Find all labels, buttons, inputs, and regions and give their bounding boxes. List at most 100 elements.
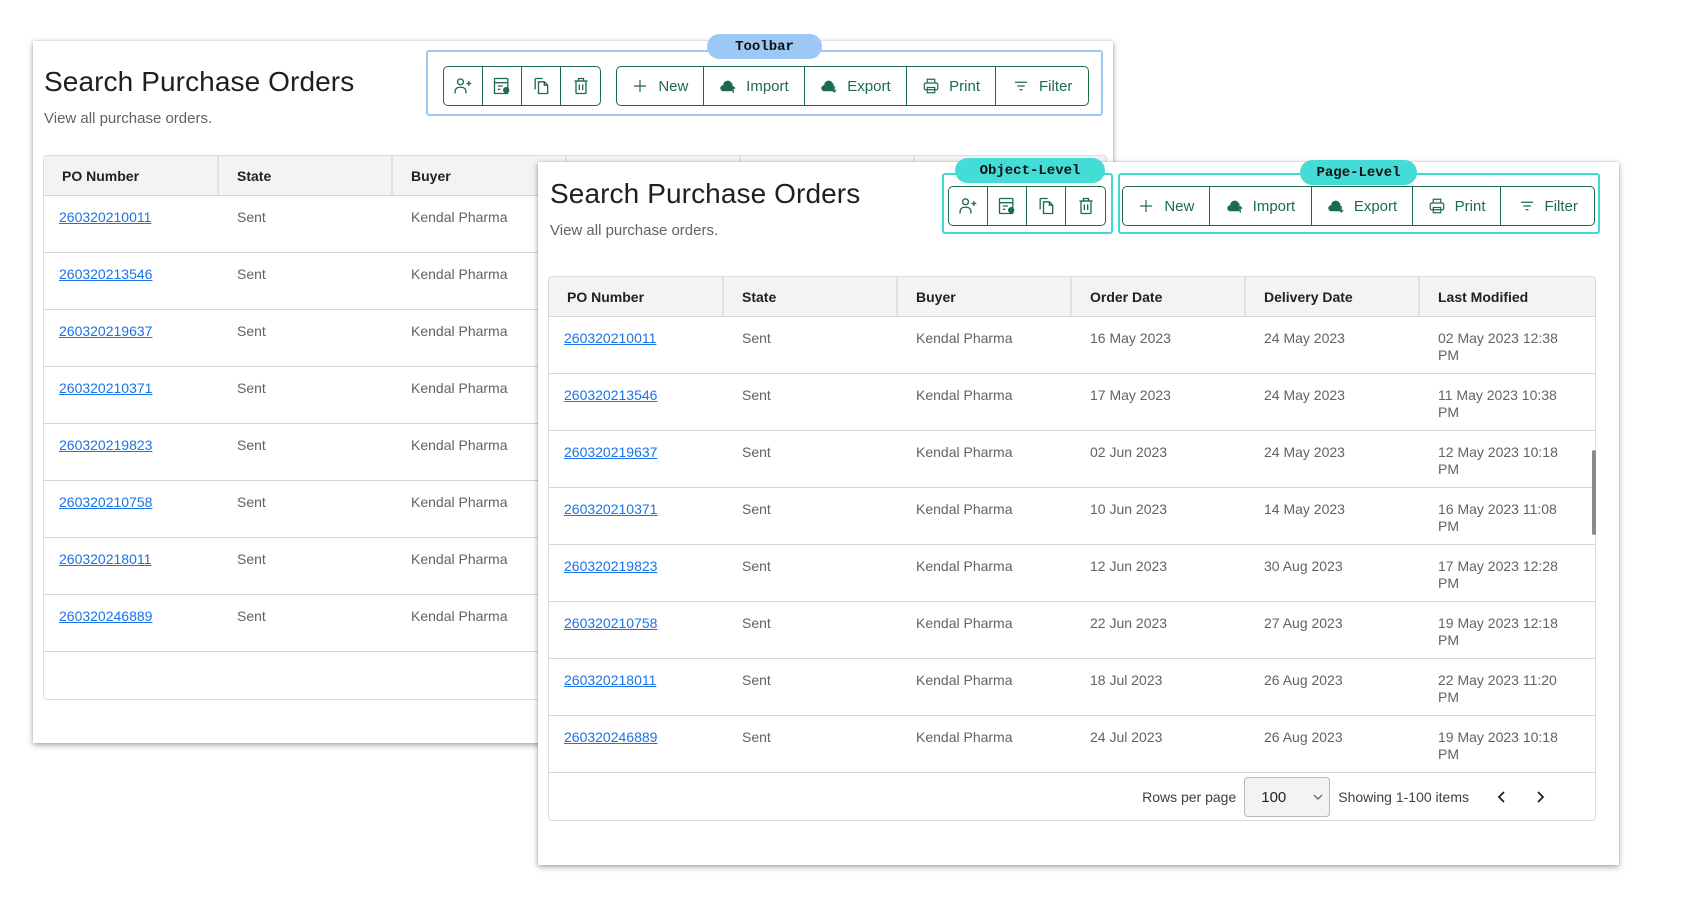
plus-icon <box>631 77 649 95</box>
view-details-button[interactable] <box>988 187 1027 225</box>
po-number-link[interactable]: 260320210758 <box>549 602 724 658</box>
import-button[interactable]: Import <box>704 67 806 105</box>
export-button[interactable]: Export <box>1312 187 1413 225</box>
column-header-po-number[interactable]: PO Number <box>549 277 724 316</box>
po-number-link[interactable]: 260320219637 <box>549 431 724 487</box>
trash-icon <box>1076 196 1096 216</box>
showing-items-text: Showing 1-100 items <box>1338 789 1469 805</box>
add-user-button[interactable] <box>444 67 483 105</box>
buyer-cell: Kendal Pharma <box>916 387 1013 403</box>
column-header-po-number[interactable]: PO Number <box>44 156 219 195</box>
add-user-button[interactable] <box>949 187 988 225</box>
export-button-label: Export <box>1353 197 1398 215</box>
print-button[interactable]: Print <box>1413 187 1502 225</box>
po-number-link[interactable]: 260320213546 <box>549 374 724 430</box>
rows-per-page-label: Rows per page <box>1142 789 1237 805</box>
purchase-orders-table: PO Number State Buyer Order Date Deliver… <box>548 276 1596 821</box>
delivery-date-cell: 24 May 2023 <box>1264 444 1345 460</box>
print-button[interactable]: Print <box>907 67 997 105</box>
po-number-link[interactable]: 260320210371 <box>549 488 724 544</box>
state-cell: Sent <box>237 323 266 339</box>
cloud-upload-icon <box>1226 197 1244 215</box>
import-button-label: Import <box>746 77 789 95</box>
po-number-link[interactable]: 260320246889 <box>549 716 724 772</box>
column-header-last-modified[interactable]: Last Modified <box>1420 277 1595 316</box>
filter-button-label: Filter <box>1544 197 1578 215</box>
po-number-link[interactable]: 260320210758 <box>44 481 219 537</box>
po-number-link[interactable]: 260320219823 <box>549 545 724 601</box>
filter-icon <box>1518 197 1536 215</box>
delivery-date-cell: 24 May 2023 <box>1264 387 1345 403</box>
print-button-label: Print <box>949 77 980 95</box>
rows-per-page-select[interactable]: 100 <box>1244 777 1331 817</box>
buyer-cell: Kendal Pharma <box>916 729 1013 745</box>
delivery-date-cell: 30 Aug 2023 <box>1264 558 1343 574</box>
delivery-date-cell: 26 Aug 2023 <box>1264 672 1343 688</box>
delete-button[interactable] <box>1066 187 1105 225</box>
next-page-button[interactable] <box>1521 782 1559 812</box>
toolbar-annotation-label: Toolbar <box>707 34 822 59</box>
order-date-cell: 18 Jul 2023 <box>1090 672 1163 688</box>
buyer-cell: Kendal Pharma <box>916 444 1013 460</box>
new-button[interactable]: New <box>617 67 704 105</box>
export-button-label: Export <box>847 77 891 95</box>
table-row[interactable]: 260320213546 Sent Kendal Pharma 17 May 2023… <box>549 374 1595 431</box>
form-view-icon <box>492 76 512 96</box>
po-number-link[interactable]: 260320219823 <box>44 424 219 480</box>
person-add-icon <box>958 196 978 216</box>
filter-icon <box>1012 77 1030 95</box>
copy-button[interactable] <box>522 67 561 105</box>
page-title: Search Purchase Orders <box>44 66 355 97</box>
table-row[interactable]: 260320210758 Sent Kendal Pharma 22 Jun 2023… <box>549 602 1595 659</box>
state-cell: Sent <box>237 380 266 396</box>
page-level-annotation-label: Page-Level <box>1300 160 1417 185</box>
table-scrollbar[interactable] <box>1592 450 1596 535</box>
column-header-state[interactable]: State <box>724 277 898 316</box>
column-header-delivery-date[interactable]: Delivery Date <box>1246 277 1420 316</box>
import-button[interactable]: Import <box>1210 187 1313 225</box>
view-details-button[interactable] <box>483 67 522 105</box>
po-number-link[interactable]: 260320210011 <box>44 196 219 252</box>
export-button[interactable]: Export <box>805 67 907 105</box>
table-row[interactable]: 260320246889 Sent Kendal Pharma 24 Jul 2023… <box>549 716 1595 773</box>
state-cell: Sent <box>742 615 771 631</box>
new-button[interactable]: New <box>1123 187 1210 225</box>
last-modified-cell: 19 May 2023 10:18 PM <box>1438 729 1558 762</box>
state-cell: Sent <box>742 729 771 745</box>
order-date-cell: 02 Jun 2023 <box>1090 444 1168 460</box>
table-row[interactable]: 260320210011 Sent Kendal Pharma 16 May 2023… <box>549 317 1595 374</box>
state-cell: Sent <box>742 501 771 517</box>
copy-button[interactable] <box>1027 187 1066 225</box>
po-number-link[interactable]: 260320218011 <box>44 538 219 594</box>
page-action-group: New Import Export Print Filter <box>1122 186 1595 226</box>
po-number-link[interactable]: 260320219637 <box>44 310 219 366</box>
column-header-buyer[interactable]: Buyer <box>898 277 1072 316</box>
order-date-cell: 10 Jun 2023 <box>1090 501 1168 517</box>
object-level-annotation-label: Object-Level <box>955 158 1105 183</box>
column-header-order-date[interactable]: Order Date <box>1072 277 1246 316</box>
po-number-link[interactable]: 260320246889 <box>44 595 219 651</box>
import-button-label: Import <box>1252 197 1296 215</box>
previous-page-button[interactable] <box>1483 782 1521 812</box>
state-cell: Sent <box>237 209 266 225</box>
table-row[interactable]: 260320218011 Sent Kendal Pharma 18 Jul 2023… <box>549 659 1595 716</box>
filter-button[interactable]: Filter <box>1501 187 1594 225</box>
copy-icon <box>1036 196 1056 216</box>
column-header-state[interactable]: State <box>219 156 393 195</box>
delete-button[interactable] <box>561 67 600 105</box>
printer-icon <box>1428 197 1446 215</box>
table-row[interactable]: 260320219823 Sent Kendal Pharma 12 Jun 2023… <box>549 545 1595 602</box>
filter-button[interactable]: Filter <box>996 67 1088 105</box>
po-number-link[interactable]: 260320210371 <box>44 367 219 423</box>
po-number-link[interactable]: 260320218011 <box>549 659 724 715</box>
table-row[interactable]: 260320210371 Sent Kendal Pharma 10 Jun 2023… <box>549 488 1595 545</box>
trash-icon <box>571 76 591 96</box>
form-view-icon <box>997 196 1017 216</box>
buyer-cell: Kendal Pharma <box>916 672 1013 688</box>
page-action-group: New Import Export Print Filter <box>616 66 1089 106</box>
order-date-cell: 24 Jul 2023 <box>1090 729 1163 745</box>
po-number-link[interactable]: 260320213546 <box>44 253 219 309</box>
table-row[interactable]: 260320219637 Sent Kendal Pharma 02 Jun 2023… <box>549 431 1595 488</box>
po-number-link[interactable]: 260320210011 <box>549 317 724 373</box>
order-date-cell: 17 May 2023 <box>1090 387 1171 403</box>
